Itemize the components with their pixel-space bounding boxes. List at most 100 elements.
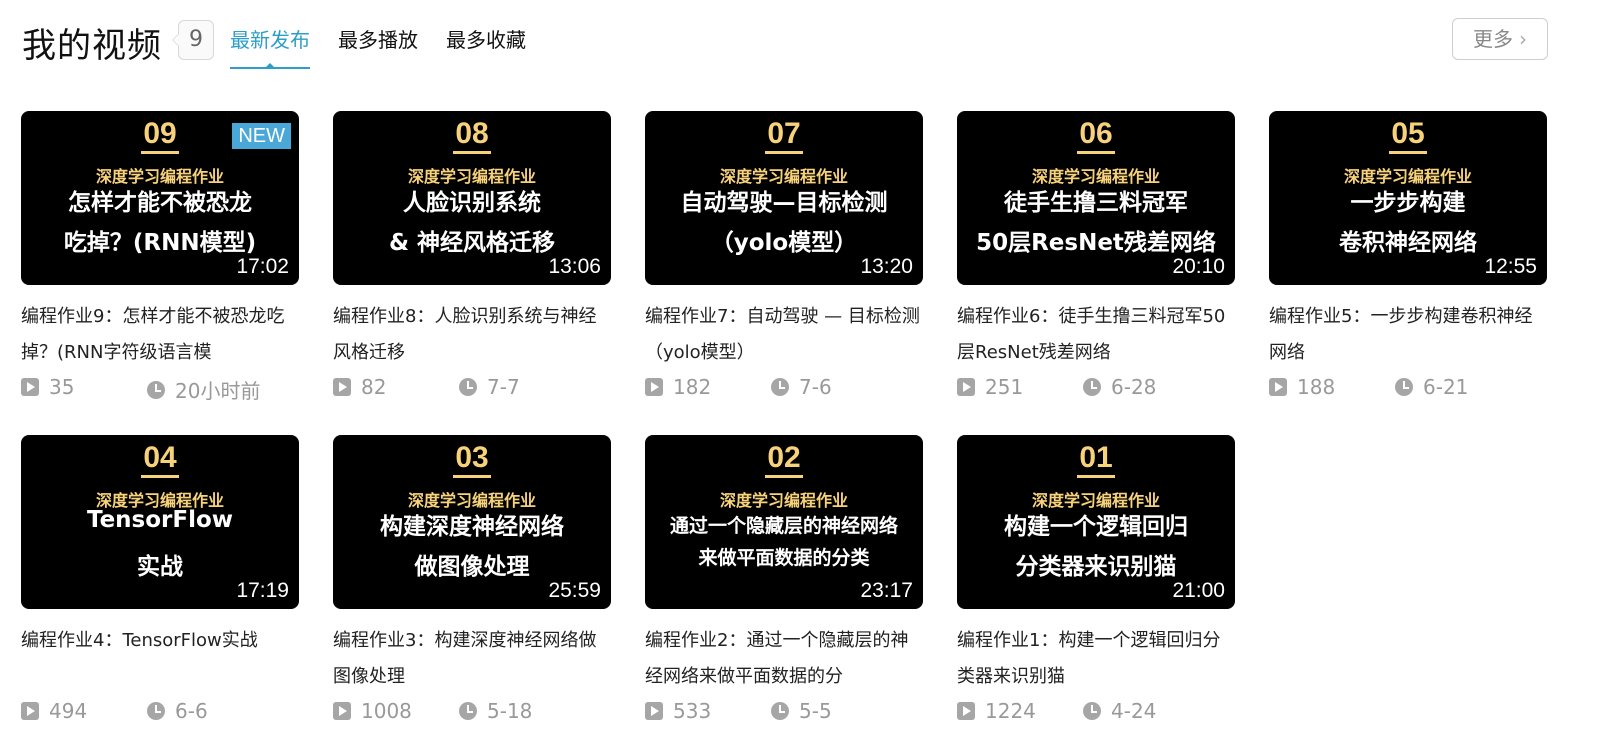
episode-number: 09	[141, 117, 179, 154]
publish-date: 7-7	[487, 375, 520, 399]
video-thumbnail[interactable]: 01 深度学习编程作业 构建一个逻辑回归 分类器来识别猫 21:00	[957, 435, 1235, 609]
video-duration: 12:55	[1484, 255, 1537, 278]
play-count: 251	[985, 375, 1024, 399]
tab-most-favorited[interactable]: 最多收藏	[446, 24, 526, 69]
video-count-badge: 9	[172, 20, 214, 60]
video-duration: 23:17	[860, 579, 913, 602]
play-count: 182	[673, 375, 712, 399]
play-icon	[645, 702, 663, 720]
video-duration: 17:02	[236, 255, 289, 278]
episode-number: 07	[765, 117, 803, 154]
more-button[interactable]: 更多 ›	[1452, 18, 1548, 60]
tab-most-favorited-label: 最多收藏	[446, 28, 526, 52]
thumbnail-title-line: 构建一个逻辑回归	[1004, 514, 1188, 540]
thumbnail-title-line: 实战	[137, 554, 183, 580]
video-thumbnail[interactable]: 07 深度学习编程作业 自动驾驶—目标检测 （yolo模型） 13:20	[645, 111, 923, 285]
video-thumbnail[interactable]: 09 NEW 深度学习编程作业 怎样才能不被恐龙 吃掉？(RNN模型) 17:02	[21, 111, 299, 285]
video-card[interactable]: 09 NEW 深度学习编程作业 怎样才能不被恐龙 吃掉？(RNN模型) 17:02 编程作业…	[21, 111, 299, 405]
video-duration: 17:19	[236, 579, 289, 602]
video-card[interactable]: 07 深度学习编程作业 自动驾驶—目标检测 （yolo模型） 13:20 编程作业7：自动…	[645, 111, 923, 405]
video-title-link[interactable]: 编程作业5：一步步构建卷积神经网络	[1269, 299, 1547, 371]
thumbnail-title-line: 做图像处理	[414, 554, 530, 580]
video-meta: 182 7-6	[645, 375, 923, 405]
video-meta: 1008 5-18	[333, 699, 611, 729]
thumbnail-title-line: 50层ResNet残差网络	[976, 230, 1216, 256]
video-card[interactable]: 03 深度学习编程作业 构建深度神经网络 做图像处理 25:59 编程作业3：构建深度神经…	[333, 435, 611, 729]
clock-icon	[1395, 378, 1413, 396]
more-button-label: 更多	[1473, 27, 1513, 51]
video-meta: 1224 4-24	[957, 699, 1235, 729]
publish-date: 6-21	[1423, 375, 1469, 399]
video-meta: 82 7-7	[333, 375, 611, 405]
episode-number: 01	[1077, 441, 1115, 478]
tab-most-played[interactable]: 最多播放	[338, 24, 418, 69]
video-thumbnail[interactable]: 06 深度学习编程作业 徒手生撸三料冠军 50层ResNet残差网络 20:10	[957, 111, 1235, 285]
episode-number: 04	[141, 441, 179, 478]
video-title-link[interactable]: 编程作业2：通过一个隐藏层的神经网络来做平面数据的分	[645, 623, 923, 695]
clock-icon	[459, 702, 477, 720]
new-badge: NEW	[232, 123, 291, 149]
publish-date: 6-6	[175, 699, 208, 723]
video-thumbnail[interactable]: 05 深度学习编程作业 一步步构建 卷积神经网络 12:55	[1269, 111, 1547, 285]
sort-tabs: 最新发布 最多播放 最多收藏	[230, 24, 526, 69]
video-duration: 20:10	[1172, 255, 1225, 278]
video-thumbnail[interactable]: 02 深度学习编程作业通过一个隐藏层的神经网络 来做平面数据的分类 23:17	[645, 435, 923, 609]
tab-most-played-label: 最多播放	[338, 28, 418, 52]
thumbnail-title-line: 人脸识别系统	[403, 190, 541, 216]
tab-latest[interactable]: 最新发布	[230, 24, 310, 69]
video-duration: 13:06	[548, 255, 601, 278]
video-title-link[interactable]: 编程作业3：构建深度神经网络做图像处理	[333, 623, 611, 695]
thumbnail-title-line: 怎样才能不被恐龙	[68, 190, 252, 216]
play-icon	[645, 378, 663, 396]
play-count: 82	[361, 375, 387, 399]
video-duration: 21:00	[1172, 579, 1225, 602]
video-thumbnail[interactable]: 04 深度学习编程作业 TensorFlow 实战 17:19	[21, 435, 299, 609]
thumbnail-title-line: 分类器来识别猫	[1015, 554, 1177, 580]
thumbnail-title-line: 徒手生撸三料冠军	[1004, 190, 1188, 216]
video-card[interactable]: 05 深度学习编程作业 一步步构建 卷积神经网络 12:55 编程作业5：一步步构建卷积神…	[1269, 111, 1547, 405]
clock-icon	[459, 378, 477, 396]
play-icon	[21, 378, 39, 396]
play-count: 1008	[361, 699, 412, 723]
video-card[interactable]: 08 深度学习编程作业 人脸识别系统 & 神经风格迁移 13:06 编程作业8：人脸识别系…	[333, 111, 611, 405]
video-card[interactable]: 04 深度学习编程作业 TensorFlow 实战 17:19 编程作业4：TensorF…	[21, 435, 299, 729]
play-icon	[333, 702, 351, 720]
video-title-link[interactable]: 编程作业7：自动驾驶 — 目标检测（yolo模型）	[645, 299, 923, 371]
video-title-link[interactable]: 编程作业6：徒手生撸三料冠军50层ResNet残差网络	[957, 299, 1235, 371]
video-card[interactable]: 06 深度学习编程作业 徒手生撸三料冠军 50层ResNet残差网络 20:10 编程作业…	[957, 111, 1235, 405]
thumbnail-title-line: TensorFlow	[86, 507, 234, 533]
video-card[interactable]: 02 深度学习编程作业通过一个隐藏层的神经网络 来做平面数据的分类 23:17 编程作业…	[645, 435, 923, 729]
publish-date: 5-5	[799, 699, 832, 723]
thumbnail-title-line: 通过一个隐藏层的神经网络	[669, 515, 898, 537]
video-meta: 494 6-6	[21, 699, 299, 729]
thumbnail-title-line: 一步步构建	[1350, 190, 1466, 216]
publish-date: 4-24	[1111, 699, 1157, 723]
episode-number: 02	[765, 441, 803, 478]
play-count: 494	[49, 699, 88, 723]
video-thumbnail[interactable]: 03 深度学习编程作业 构建深度神经网络 做图像处理 25:59	[333, 435, 611, 609]
play-icon	[21, 702, 39, 720]
play-icon	[333, 378, 351, 396]
play-count: 533	[673, 699, 712, 723]
video-title-link[interactable]: 编程作业9：怎样才能不被恐龙吃掉？(RNN字符级语言模	[21, 299, 299, 371]
thumbnail-title-line: 来做平面数据的分类	[698, 547, 870, 569]
active-tab-indicator	[264, 63, 276, 69]
thumbnail-title-line: & 神经风格迁移	[388, 230, 556, 256]
video-title-link[interactable]: 编程作业1：构建一个逻辑回归分类器来识别猫	[957, 623, 1235, 695]
thumbnail-category: 深度学习编程作业	[719, 491, 848, 510]
tab-latest-label: 最新发布	[230, 28, 310, 52]
clock-icon	[147, 702, 165, 720]
page-title: 我的视频	[22, 26, 162, 66]
episode-number: 08	[453, 117, 491, 154]
episode-number: 06	[1077, 117, 1115, 154]
video-thumbnail[interactable]: 08 深度学习编程作业 人脸识别系统 & 神经风格迁移 13:06	[333, 111, 611, 285]
clock-icon	[771, 378, 789, 396]
video-meta: 251 6-28	[957, 375, 1235, 405]
publish-date: 7-6	[799, 375, 832, 399]
video-title-link[interactable]: 编程作业4：TensorFlow实战	[21, 623, 299, 695]
video-card[interactable]: 01 深度学习编程作业 构建一个逻辑回归 分类器来识别猫 21:00 编程作业1：构建一个…	[957, 435, 1235, 729]
video-meta: 188 6-21	[1269, 375, 1547, 405]
video-meta: 533 5-5	[645, 699, 923, 729]
video-duration: 25:59	[548, 579, 601, 602]
video-title-link[interactable]: 编程作业8：人脸识别系统与神经风格迁移	[333, 299, 611, 371]
